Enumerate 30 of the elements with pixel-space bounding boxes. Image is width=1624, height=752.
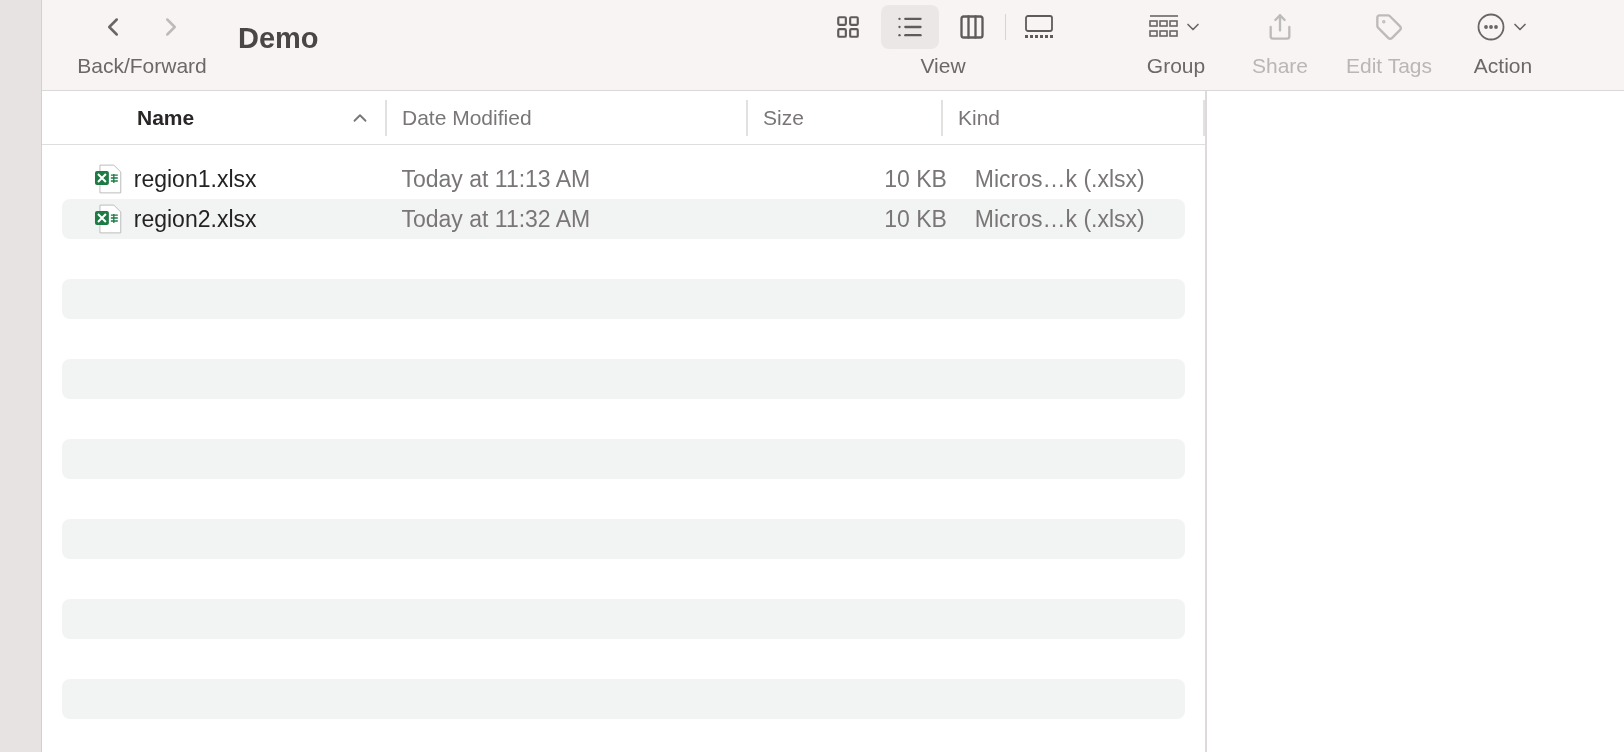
date-modified: Today at 11:32 AM <box>401 205 592 233</box>
date-modified: Today at 11:13 AM <box>401 165 592 193</box>
column-header[interactable]: Name <box>137 105 195 130</box>
spreadsheet-file-icon <box>94 204 122 234</box>
file-row[interactable]: region2.xlsx Today at 11:32 AM 10 KB Micros…k (.xlsx) <box>62 199 1185 239</box>
column-header[interactable]: Size <box>763 105 804 130</box>
column-header[interactable]: Kind <box>958 105 1001 130</box>
file-name: region1.xlsx <box>133 165 258 193</box>
ellipsis-circle-icon <box>1476 12 1506 42</box>
spreadsheet-file-icon <box>94 164 122 194</box>
folder-title: Demo <box>238 22 320 55</box>
file-row[interactable]: region1.xlsx Today at 11:13 AM 10 KB Micros…k (.xlsx) <box>62 159 1185 199</box>
nav-label: Back/Forward <box>77 54 207 78</box>
tags-label: Edit Tags <box>1346 54 1432 78</box>
action-label: Action <box>1473 54 1533 78</box>
file-size: 10 KB <box>883 165 947 193</box>
file-size: 10 KB <box>883 205 947 233</box>
file-kind: Micros…k (.xlsx) <box>973 205 1146 233</box>
file-name: region2.xlsx <box>133 205 258 233</box>
tag-icon <box>1375 13 1403 41</box>
file-kind: Micros…k (.xlsx) <box>973 165 1146 193</box>
grid-icon <box>834 14 861 40</box>
group-label: Group <box>1146 54 1206 78</box>
share-label: Share <box>1251 54 1308 78</box>
columns-icon <box>957 13 986 41</box>
list-view-button[interactable] <box>880 5 939 49</box>
view-label: View <box>920 54 966 78</box>
grid-group-icon <box>1149 14 1179 40</box>
column-header[interactable]: Date Modified <box>402 105 532 130</box>
gallery-icon <box>1022 14 1055 40</box>
